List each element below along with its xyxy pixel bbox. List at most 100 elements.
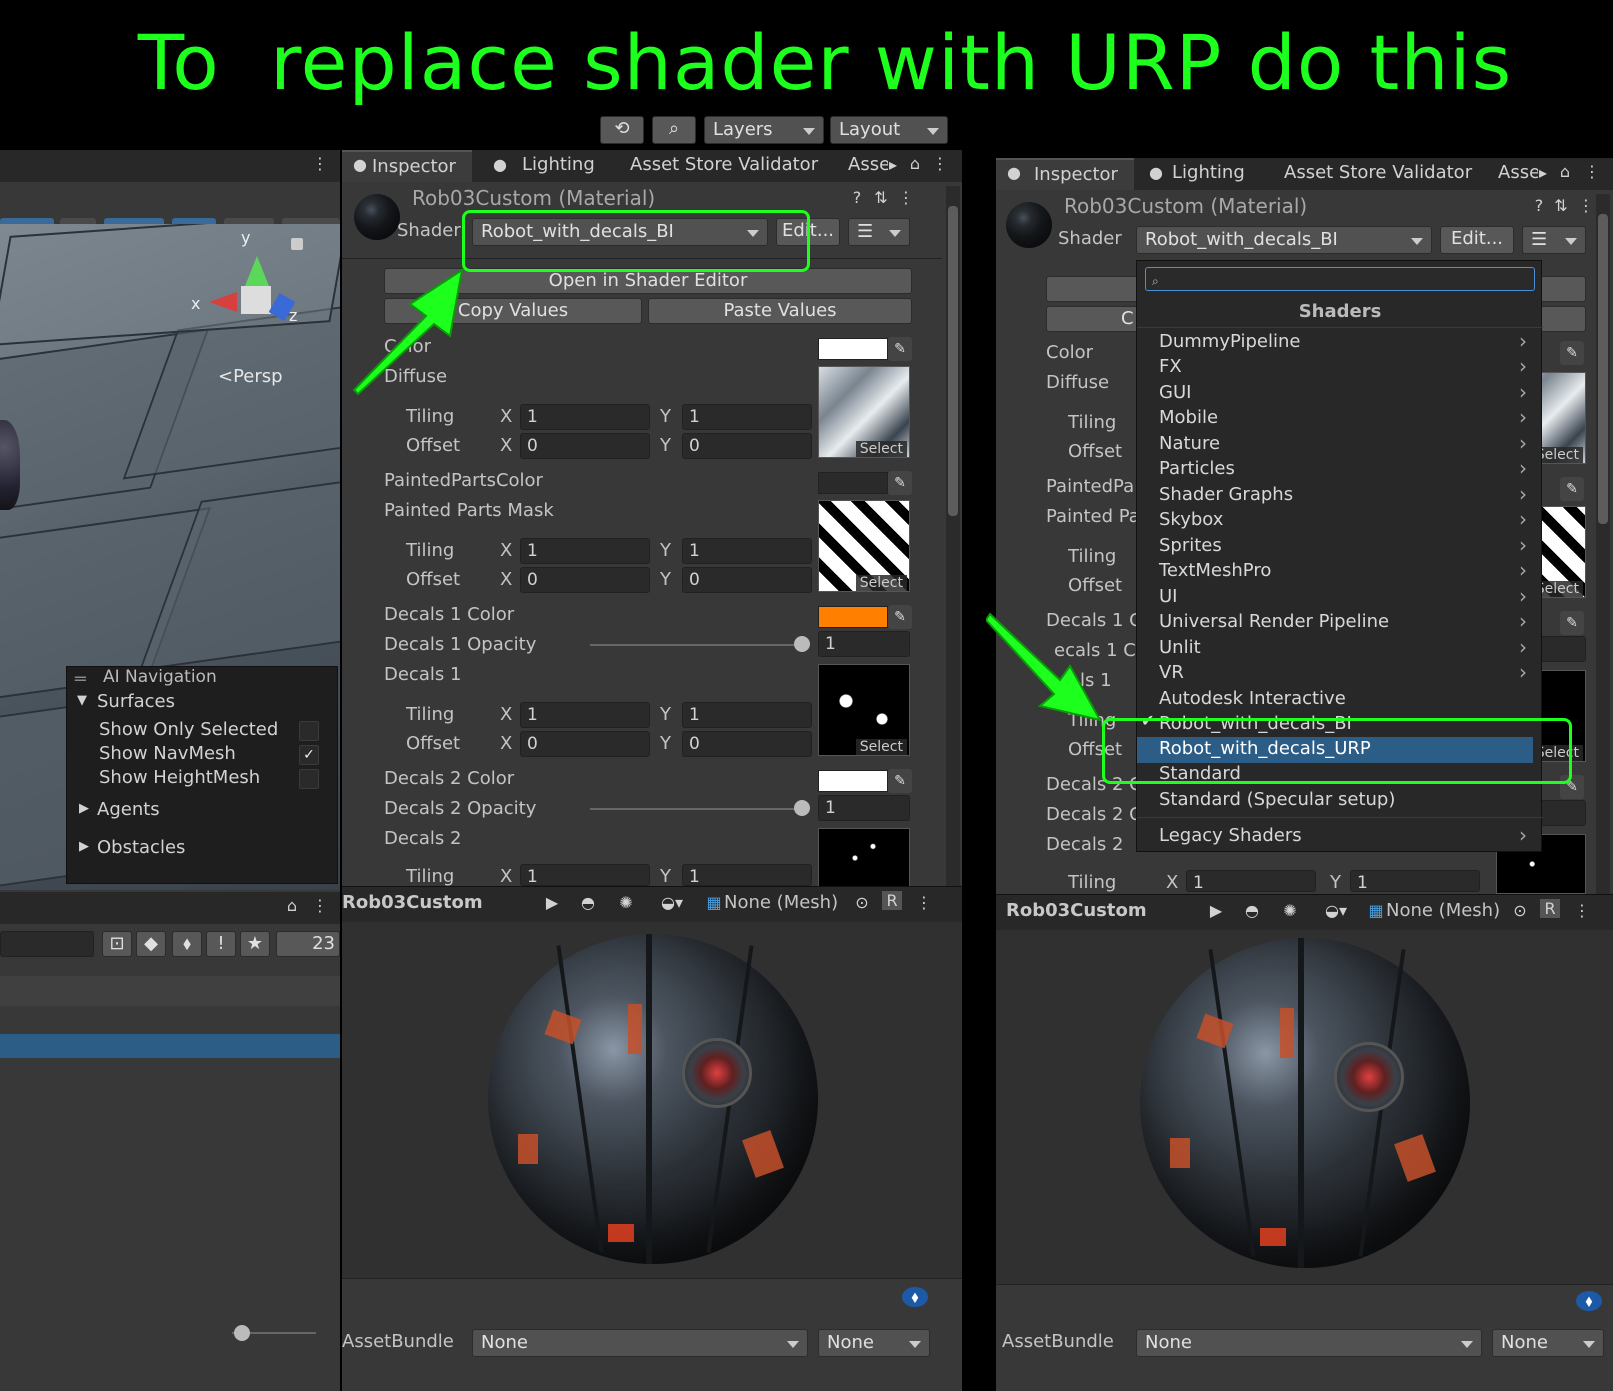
tiling-y-field[interactable]: 1 xyxy=(1350,870,1480,892)
menu-item-gui[interactable]: GUI xyxy=(1159,382,1191,403)
target-icon[interactable]: ⊙ xyxy=(1510,901,1530,920)
lights-icon[interactable]: ✺ xyxy=(616,893,636,912)
asset-bundle-variant-dropdown[interactable]: None xyxy=(1492,1329,1604,1357)
play-icon[interactable]: ▶ xyxy=(542,893,562,912)
show-only-selected-checkbox[interactable] xyxy=(299,721,319,741)
offset-x-field[interactable]: 0 xyxy=(520,731,650,757)
selected-list-item[interactable] xyxy=(0,1034,340,1058)
decals2-opacity-field[interactable]: 1 xyxy=(818,795,910,821)
tiling-x-field[interactable]: 1 xyxy=(1186,870,1316,892)
decals1-opacity-slider-knob[interactable] xyxy=(794,636,810,652)
material-preview-area[interactable] xyxy=(996,930,1613,1284)
menu-item-textmeshpro[interactable]: TextMeshPro xyxy=(1159,560,1271,581)
tab-lighting[interactable]: Lighting xyxy=(1172,162,1245,183)
filter-button[interactable]: ⊡ xyxy=(102,931,132,957)
tabs-overflow-icon[interactable]: ▸ xyxy=(886,155,900,174)
offset-x-field[interactable]: 0 xyxy=(520,433,650,459)
favorite-star-icon[interactable]: ★ xyxy=(240,931,270,957)
decals1-texture-slot[interactable]: Select xyxy=(818,664,910,756)
more-menu-icon[interactable]: ⋮ xyxy=(1578,196,1594,215)
list-item[interactable] xyxy=(0,976,340,1006)
asset-bundle-dropdown[interactable]: None xyxy=(1136,1329,1482,1357)
tab-asset-store-validator[interactable]: Asset Store Validator xyxy=(1284,162,1472,183)
reset-icon[interactable]: R xyxy=(1540,899,1560,918)
more-menu-icon[interactable]: ⋮ xyxy=(916,893,932,912)
reset-icon[interactable]: R xyxy=(882,891,902,910)
sphere-mesh-icon[interactable]: ◓ xyxy=(1242,901,1262,920)
warning-button[interactable]: ! xyxy=(206,931,236,957)
select-button[interactable]: Select xyxy=(855,575,907,591)
background-icon[interactable]: ◒▾ xyxy=(652,893,692,912)
more-menu-icon[interactable]: ⋮ xyxy=(932,154,948,173)
menu-item-nature[interactable]: Nature xyxy=(1159,433,1220,454)
color-swatch[interactable] xyxy=(818,338,888,360)
tab-lighting[interactable]: Lighting xyxy=(522,154,595,175)
target-icon[interactable]: ⊙ xyxy=(852,893,872,912)
perspective-label[interactable]: <Persp xyxy=(218,366,283,387)
material-preview-area[interactable] xyxy=(342,922,962,1278)
decals2-opacity-slider-knob[interactable] xyxy=(794,800,810,816)
eyedropper-icon[interactable]: ✎ xyxy=(888,337,912,361)
menu-item-shader-graphs[interactable]: Shader Graphs xyxy=(1159,484,1293,505)
decals1-color-swatch[interactable] xyxy=(818,606,888,628)
decals1-opacity-slider[interactable] xyxy=(590,644,806,646)
overlay-drag-handle-icon[interactable]: ═ xyxy=(75,669,86,690)
more-menu-icon[interactable]: ⋮ xyxy=(1584,162,1600,181)
more-menu-icon[interactable]: ⋮ xyxy=(310,896,330,915)
help-icon[interactable]: ? xyxy=(848,188,866,207)
shader-options-dropdown[interactable]: ☰ xyxy=(1522,226,1586,254)
menu-item-mobile[interactable]: Mobile xyxy=(1159,407,1218,428)
inspector-scrollbar-thumb[interactable] xyxy=(1598,214,1608,524)
tiling-x-field[interactable]: 1 xyxy=(520,864,650,886)
eyedropper-icon[interactable]: ✎ xyxy=(888,471,912,495)
hidden-count-button[interactable]: 23 xyxy=(276,931,340,957)
decals2-color-swatch[interactable] xyxy=(818,770,888,792)
eyedropper-icon[interactable]: ✎ xyxy=(1560,477,1584,501)
tab-asse[interactable]: Asse xyxy=(848,154,888,175)
menu-item-ui[interactable]: UI xyxy=(1159,586,1177,607)
tiling-x-field[interactable]: 1 xyxy=(520,702,650,728)
tab-asse[interactable]: Asse xyxy=(1498,162,1538,183)
lock-icon[interactable]: ⌂ xyxy=(906,154,924,173)
decals1-opacity-field[interactable]: 1 xyxy=(818,631,910,657)
painted-parts-color-swatch[interactable] xyxy=(818,472,888,494)
zoom-slider-knob[interactable] xyxy=(234,1325,250,1341)
expand-right-icon[interactable]: ▶ xyxy=(79,801,89,816)
presets-icon[interactable]: ⇅ xyxy=(872,188,890,207)
layers-dropdown[interactable]: Layers xyxy=(704,116,824,144)
eyedropper-icon[interactable]: ✎ xyxy=(888,605,912,629)
show-navmesh-checkbox[interactable]: ✓ xyxy=(299,745,319,765)
painted-mask-texture-slot[interactable]: Select xyxy=(818,500,910,592)
menu-item-skybox[interactable]: Skybox xyxy=(1159,509,1223,530)
offset-y-field[interactable]: 0 xyxy=(682,433,812,459)
select-button[interactable]: Select xyxy=(855,441,907,457)
decals2-texture-slot[interactable] xyxy=(818,828,910,888)
decals2-opacity-slider[interactable] xyxy=(590,808,806,810)
lock-icon[interactable]: ⌂ xyxy=(1556,162,1574,181)
eyedropper-icon[interactable]: ✎ xyxy=(888,769,912,793)
more-menu-icon[interactable]: ⋮ xyxy=(898,188,914,207)
diffuse-texture-slot[interactable]: Select xyxy=(818,366,910,458)
more-menu-icon[interactable]: ⋮ xyxy=(1574,901,1590,920)
eyedropper-icon[interactable]: ✎ xyxy=(1560,341,1584,365)
menu-item-vr[interactable]: VR xyxy=(1159,662,1184,683)
tag-icon[interactable]: ⬧ xyxy=(902,1287,928,1307)
show-heightmesh-checkbox[interactable] xyxy=(299,769,319,789)
surfaces-foldout[interactable]: Surfaces xyxy=(97,691,175,712)
shader-dropdown[interactable]: Robot_with_decals_BI xyxy=(1136,226,1432,254)
menu-item-fx[interactable]: FX xyxy=(1159,356,1182,377)
offset-y-field[interactable]: 0 xyxy=(682,567,812,593)
edit-shader-button[interactable]: Edit... xyxy=(1440,226,1514,254)
offset-y-field[interactable]: 0 xyxy=(682,731,812,757)
preview-mesh-field[interactable]: None (Mesh) xyxy=(1386,900,1500,921)
asset-bundle-dropdown[interactable]: None xyxy=(472,1329,808,1357)
tiling-y-field[interactable]: 1 xyxy=(682,538,812,564)
menu-item-universal-render-pipeline[interactable]: Universal Render Pipeline xyxy=(1159,611,1389,632)
tabs-overflow-icon[interactable]: ▸ xyxy=(1536,163,1550,182)
lights-icon[interactable]: ✺ xyxy=(1280,901,1300,920)
tiling-y-field[interactable]: 1 xyxy=(682,864,812,886)
type-filter-button[interactable]: ◆ xyxy=(136,931,166,957)
paste-values-button[interactable]: Paste Values xyxy=(648,298,912,324)
tab-asset-store-validator[interactable]: Asset Store Validator xyxy=(630,154,818,175)
more-menu-icon[interactable]: ⋮ xyxy=(310,154,330,173)
